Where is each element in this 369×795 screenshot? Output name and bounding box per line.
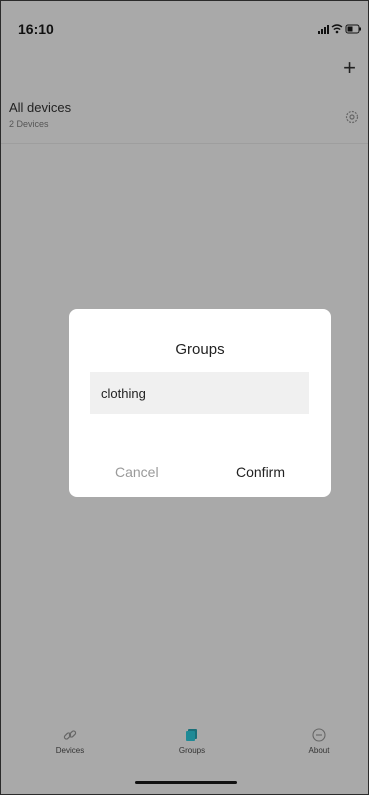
status-bar: 16:10 bbox=[1, 1, 368, 45]
cancel-button[interactable]: Cancel bbox=[115, 464, 159, 480]
groups-icon bbox=[186, 729, 197, 741]
group-name-input[interactable] bbox=[90, 372, 309, 414]
wifi-icon bbox=[331, 24, 343, 31]
link-icon bbox=[63, 730, 77, 740]
tab-about[interactable]: About bbox=[284, 727, 354, 755]
groups-dialog: Groups Cancel Confirm bbox=[69, 309, 331, 497]
gear-icon[interactable] bbox=[344, 109, 360, 125]
status-time: 16:10 bbox=[18, 21, 54, 37]
tab-groups[interactable]: Groups bbox=[157, 727, 227, 755]
confirm-button[interactable]: Confirm bbox=[236, 464, 285, 480]
devices-count: 2 Devices bbox=[9, 119, 49, 129]
row-divider bbox=[1, 143, 368, 144]
status-icons bbox=[318, 24, 361, 34]
add-button[interactable]: + bbox=[343, 57, 356, 79]
tab-groups-label: Groups bbox=[178, 746, 206, 755]
tab-about-label: About bbox=[308, 746, 330, 755]
dialog-title: Groups bbox=[175, 341, 225, 358]
app-screen: 16:10 + All devices 2 Devices Groups clo… bbox=[0, 0, 369, 795]
home-indicator bbox=[135, 781, 237, 784]
battery-icon bbox=[345, 24, 361, 34]
cellular-signal-icon bbox=[318, 25, 329, 34]
tab-devices[interactable]: Devices bbox=[35, 727, 105, 755]
info-circle-icon bbox=[312, 728, 326, 742]
all-devices-title: All devices bbox=[9, 100, 72, 115]
tab-devices-label: Devices bbox=[55, 746, 85, 755]
